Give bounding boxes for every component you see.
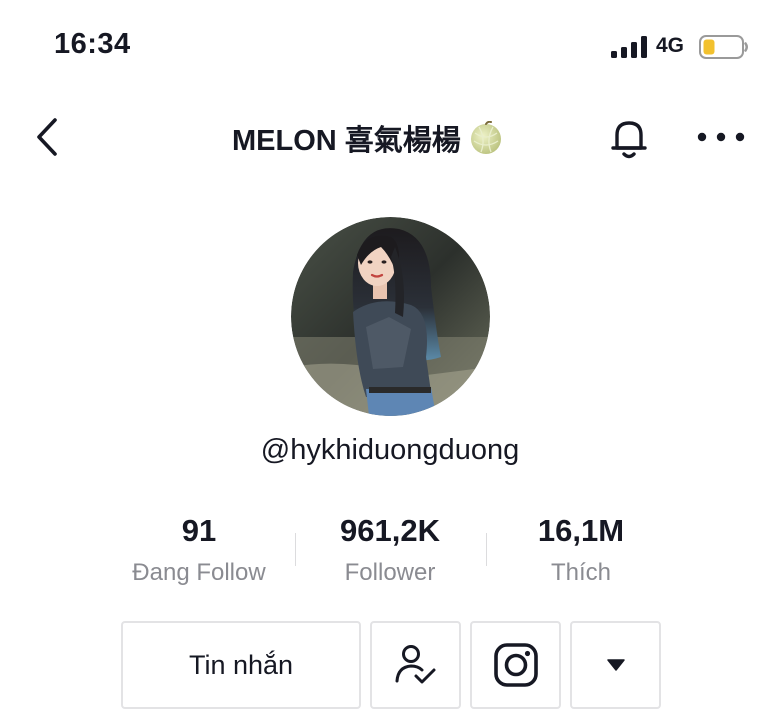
battery-low-icon bbox=[699, 35, 748, 59]
status-time: 16:34 bbox=[54, 28, 131, 60]
stat-likes-label: Thích bbox=[550, 559, 612, 586]
instagram-icon bbox=[493, 643, 538, 687]
user-check-icon bbox=[395, 645, 435, 684]
username: @hykhiduongduong bbox=[260, 434, 520, 466]
stat-likes: 16,1M Thích bbox=[481, 512, 681, 588]
more-horizontal-icon[interactable] bbox=[695, 124, 747, 150]
stat-followers[interactable]: 961,2K Follower bbox=[290, 512, 490, 588]
profile-title-group: MELON 喜氣楊楊 bbox=[232, 116, 503, 160]
stat-followers-value: 961,2K bbox=[340, 513, 440, 548]
stat-likes-value: 16,1M bbox=[537, 513, 625, 548]
status-bar: 16:34 4G bbox=[0, 0, 780, 100]
more-options-button[interactable] bbox=[570, 621, 661, 709]
melon-icon bbox=[470, 121, 501, 154]
stat-following[interactable]: 91 Đang Follow bbox=[99, 512, 299, 588]
chevron-left-icon[interactable] bbox=[30, 117, 66, 157]
stat-followers-label: Follower bbox=[344, 559, 436, 586]
network-type: 4G bbox=[656, 34, 685, 57]
followed-button[interactable] bbox=[370, 621, 461, 709]
cellular-signal-icon bbox=[611, 36, 647, 58]
stat-following-label: Đang Follow bbox=[132, 559, 266, 586]
stat-following-value: 91 bbox=[181, 513, 217, 548]
profile-title: MELON 喜氣楊楊 bbox=[232, 125, 461, 157]
bell-icon[interactable] bbox=[606, 115, 652, 161]
message-button-label: Tin nhắn bbox=[188, 649, 294, 680]
message-button[interactable]: Tin nhắn bbox=[121, 621, 361, 709]
instagram-button[interactable] bbox=[470, 621, 561, 709]
caret-down-icon bbox=[606, 659, 625, 671]
avatar-photo[interactable] bbox=[291, 217, 490, 416]
